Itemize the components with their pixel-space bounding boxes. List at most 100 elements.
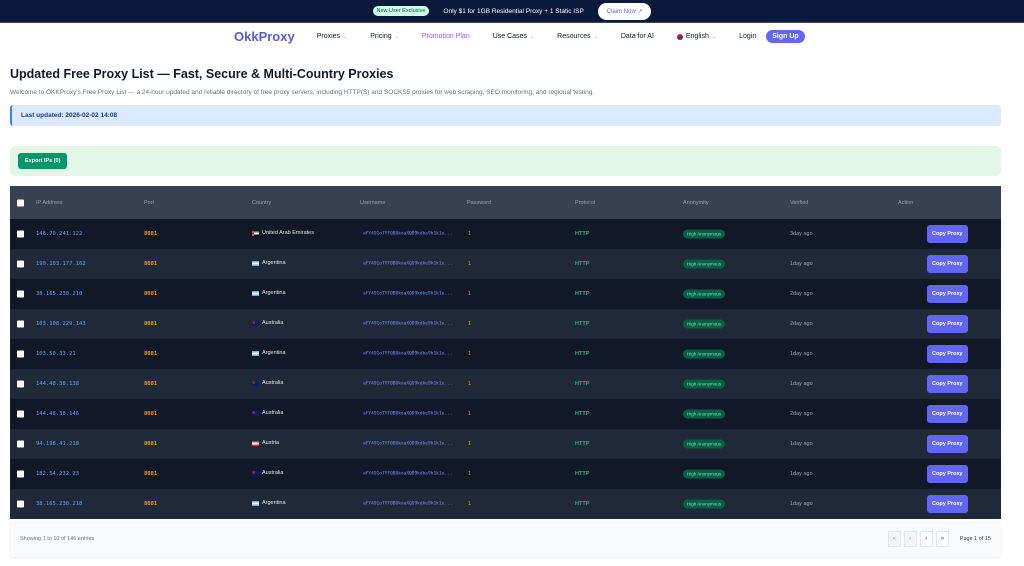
- login-link[interactable]: Login: [739, 33, 756, 40]
- header-ip[interactable]: IP Address: [36, 200, 63, 206]
- anonymity-badge: High Anonymous: [683, 319, 726, 329]
- anonymity-badge: High Anonymous: [683, 379, 726, 389]
- nav-data-for-ai[interactable]: Data for AI: [621, 33, 654, 40]
- logo[interactable]: OkkProxy: [234, 29, 295, 44]
- page-description: Welcome to OKKProxy's Free Proxy List — …: [10, 89, 595, 96]
- nav-proxies[interactable]: Proxies ⌄: [317, 33, 348, 40]
- username: aFY491o7YF0B0koaXQD9kdke9h1k1e...: [363, 231, 453, 237]
- ip-address: 182.54.232.23: [36, 471, 80, 477]
- ip-address: 144.48.38.146: [36, 411, 80, 417]
- row-checkbox[interactable]: [17, 440, 24, 448]
- country-name: Australia: [262, 410, 284, 416]
- password: 1: [468, 381, 472, 387]
- row-checkbox[interactable]: [17, 350, 24, 358]
- anonymity-badge: High Anonymous: [683, 439, 726, 449]
- ae-flag-icon: [252, 230, 259, 236]
- export-ips-button[interactable]: Export IPs (0): [18, 153, 68, 169]
- copy-proxy-button[interactable]: Copy Proxy: [927, 375, 968, 393]
- country: Australia: [252, 410, 283, 416]
- copy-proxy-button[interactable]: Copy Proxy: [927, 255, 968, 273]
- ip-address: 94.198.41.218: [36, 441, 80, 447]
- username: aFY491o7YF0B0koaXQD9kdke9h1k1e...: [363, 471, 453, 477]
- username: aFY491o7YF0B0koaXQD9kdke9h1k1e...: [363, 291, 453, 297]
- password: 1: [468, 231, 472, 237]
- nav-promotion-plan[interactable]: Promotion Plan: [422, 33, 470, 40]
- header-port[interactable]: Port: [144, 200, 154, 206]
- claim-now-button[interactable]: Claim Now ↗: [597, 2, 652, 20]
- port: 8081: [144, 441, 158, 447]
- au-flag-icon: [252, 380, 259, 386]
- protocol: HTTP: [575, 351, 590, 357]
- nav-pricing[interactable]: Pricing ⌄: [370, 33, 399, 40]
- header-country[interactable]: Country: [252, 200, 271, 206]
- header-anonymity[interactable]: Anonymity: [683, 200, 709, 206]
- prev-page-button[interactable]: ‹: [903, 531, 917, 547]
- copy-proxy-button[interactable]: Copy Proxy: [927, 435, 968, 453]
- chevron-down-icon: ⌄: [343, 33, 348, 40]
- header-protocol[interactable]: Protocol: [575, 200, 595, 206]
- ip-address: 144.48.38.138: [36, 381, 80, 387]
- row-checkbox[interactable]: [17, 380, 24, 388]
- nav-use-cases[interactable]: Use Cases ⌄: [493, 33, 534, 40]
- header-verified[interactable]: Verified: [790, 200, 808, 206]
- row-checkbox[interactable]: [17, 320, 24, 328]
- row-checkbox[interactable]: [17, 230, 24, 238]
- ar-flag-icon: [252, 500, 259, 506]
- row-checkbox[interactable]: [17, 500, 24, 508]
- ar-flag-icon: [252, 290, 259, 296]
- copy-proxy-button[interactable]: Copy Proxy: [927, 465, 968, 483]
- anonymity-badge: High Anonymous: [683, 229, 726, 239]
- first-page-button[interactable]: «: [887, 531, 901, 547]
- last-updated-banner: Last updated: 2026-02-02 14:08: [10, 105, 1001, 126]
- nav-label: Use Cases: [492, 33, 527, 40]
- anonymity-badge: High Anonymous: [683, 499, 726, 509]
- protocol: HTTP: [575, 321, 590, 327]
- verified: 2day ago: [790, 321, 813, 327]
- anonymity-badge: High Anonymous: [683, 289, 726, 299]
- password: 1: [468, 261, 472, 267]
- password: 1: [468, 501, 472, 507]
- country-name: Austria: [262, 440, 280, 446]
- au-flag-icon: [252, 470, 259, 476]
- port: 8081: [144, 501, 158, 507]
- copy-proxy-button[interactable]: Copy Proxy: [927, 495, 968, 513]
- password: 1: [468, 411, 472, 417]
- anonymity-badge: High Anonymous: [683, 259, 726, 269]
- ip-address: 103.108.229.143: [36, 321, 86, 327]
- nav-label: Resources: [557, 33, 591, 40]
- promo-banner: New User Exclusive Only $1 for 1GB Resid…: [0, 0, 1024, 23]
- sign-up-button[interactable]: Sign Up: [766, 30, 805, 43]
- country: Australia: [252, 470, 283, 476]
- country-name: Australia: [262, 320, 284, 326]
- protocol: HTTP: [575, 411, 590, 417]
- row-checkbox[interactable]: [17, 260, 24, 268]
- username: aFY491o7YF0B0koaXQD9kdke9h1k1e...: [363, 351, 453, 357]
- next-page-button[interactable]: ›: [919, 531, 933, 547]
- nav-resources[interactable]: Resources ⌄: [557, 33, 598, 40]
- password: 1: [468, 351, 472, 357]
- header-password: Password: [467, 199, 492, 206]
- proxy-table: IP Address Port Country Username Passwor…: [10, 186, 1001, 519]
- country: Australia: [252, 380, 283, 386]
- copy-proxy-button[interactable]: Copy Proxy: [927, 405, 968, 423]
- us-flag-icon: [676, 33, 683, 40]
- password: 1: [468, 321, 472, 327]
- copy-proxy-button[interactable]: Copy Proxy: [927, 345, 968, 363]
- row-checkbox[interactable]: [17, 470, 24, 478]
- row-checkbox[interactable]: [17, 410, 24, 418]
- row-checkbox[interactable]: [17, 290, 24, 298]
- password: 1: [468, 441, 472, 447]
- copy-proxy-button[interactable]: Copy Proxy: [927, 285, 968, 303]
- copy-proxy-button[interactable]: Copy Proxy: [927, 225, 968, 243]
- protocol: HTTP: [575, 261, 590, 267]
- ip-address: 146.70.241.122: [36, 231, 83, 237]
- select-all-checkbox[interactable]: [17, 199, 24, 206]
- protocol: HTTP: [575, 231, 590, 237]
- table-row: 38.165.230.210 8081 Argentina aFY491o7YF…: [10, 279, 1001, 309]
- language-selector[interactable]: English ⌄: [676, 33, 716, 40]
- last-page-button[interactable]: »: [935, 531, 949, 547]
- copy-proxy-button[interactable]: Copy Proxy: [927, 315, 968, 333]
- table-footer: Showing 1 to 10 of 146 entries « ‹ › » P…: [10, 521, 1001, 557]
- password: 1: [468, 471, 472, 477]
- port: 8081: [144, 411, 158, 417]
